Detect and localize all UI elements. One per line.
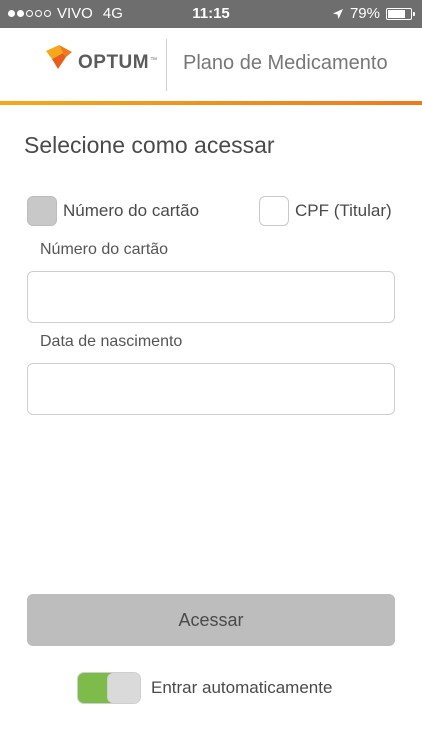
- option-card-number[interactable]: Número do cartão: [27, 196, 199, 226]
- option-cpf-checkbox[interactable]: [259, 196, 289, 226]
- option-cpf-label: CPF (Titular): [295, 201, 392, 220]
- birth-date-label: Data de nascimento: [40, 333, 183, 350]
- battery-percentage: 79%: [349, 5, 380, 22]
- access-button[interactable]: Acessar: [27, 594, 395, 646]
- logo-text: OPTUM: [78, 52, 150, 73]
- auto-login-row: Entrar automaticamente: [77, 672, 332, 704]
- battery-nub: [413, 11, 415, 16]
- card-number-input[interactable]: [27, 271, 395, 323]
- header-accent-line: [0, 101, 422, 105]
- battery-icon: [386, 7, 415, 20]
- status-bar: VIVO 4G 11:15 79%: [0, 0, 422, 28]
- status-right: 79%: [332, 5, 415, 22]
- auto-login-label: Entrar automaticamente: [151, 678, 333, 697]
- option-card-number-checkbox[interactable]: [27, 196, 57, 226]
- app-header: OPTUM ™ Plano de Medicamento: [0, 28, 422, 102]
- birth-date-input[interactable]: [27, 363, 395, 415]
- optum-logo: OPTUM ™: [42, 42, 157, 74]
- header-title: Plano de Medicamento: [183, 52, 388, 74]
- logo-trademark: ™: [150, 56, 158, 64]
- auto-login-toggle[interactable]: [77, 672, 141, 704]
- option-card-number-label: Número do cartão: [63, 201, 200, 220]
- card-number-label: Número do cartão: [40, 241, 169, 258]
- option-cpf[interactable]: CPF (Titular): [259, 196, 392, 226]
- battery-fill: [388, 9, 405, 18]
- header-divider: [166, 39, 167, 91]
- page-title: Selecione como acessar: [24, 132, 275, 158]
- optum-logo-mark-icon: [46, 45, 72, 69]
- toggle-knob: [107, 673, 140, 703]
- location-arrow-icon: [332, 8, 343, 19]
